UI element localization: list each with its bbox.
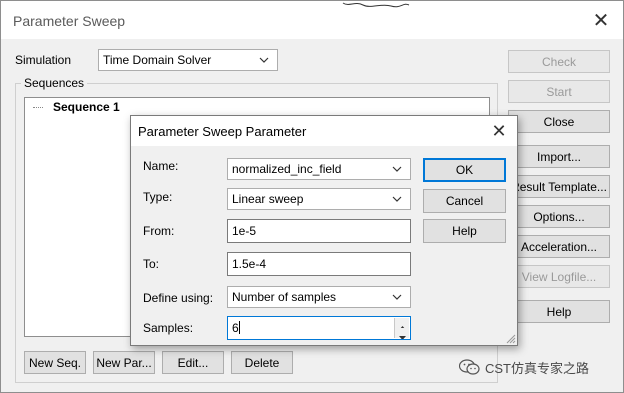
- wechat-icon: [459, 359, 480, 375]
- type-select-value: Linear sweep: [232, 192, 304, 206]
- spin-down-icon[interactable]: [394, 328, 409, 339]
- chevron-down-icon: [259, 57, 269, 63]
- delete-button[interactable]: Delete: [231, 351, 293, 374]
- dialog-help-button[interactable]: Help: [423, 219, 506, 243]
- spin-up-icon[interactable]: [394, 318, 409, 330]
- dialog-close-icon[interactable]: ✕: [487, 119, 511, 143]
- import-button[interactable]: Import...: [508, 145, 610, 168]
- define-using-select-value: Number of samples: [232, 290, 337, 304]
- from-field[interactable]: 1e-5: [227, 219, 411, 243]
- define-using-label: Define using:: [143, 291, 214, 305]
- simulation-select-value: Time Domain Solver: [103, 53, 212, 67]
- type-label: Type:: [143, 190, 173, 204]
- new-seq-button[interactable]: New Seq.: [24, 351, 86, 374]
- tree-connector: [33, 107, 43, 108]
- tree-item-sequence-1[interactable]: Sequence 1: [53, 100, 120, 114]
- window-title: Parameter Sweep: [13, 13, 126, 29]
- dialog-title: Parameter Sweep Parameter: [138, 124, 307, 139]
- result-template-button[interactable]: Result Template...: [508, 175, 610, 198]
- close-button[interactable]: Close: [508, 110, 610, 133]
- parameter-sweep-parameter-dialog: Parameter Sweep Parameter ✕ Name: normal…: [130, 115, 518, 346]
- scribble-mark: [342, 2, 410, 8]
- chevron-down-icon: [392, 294, 402, 300]
- define-using-select[interactable]: Number of samples: [227, 286, 411, 308]
- watermark-text: CST仿真专家之路: [485, 361, 590, 376]
- name-label: Name:: [143, 159, 179, 173]
- new-par-button[interactable]: New Par...: [93, 351, 155, 374]
- samples-value: 6: [232, 321, 239, 335]
- text-cursor: [238, 321, 240, 334]
- ok-button[interactable]: OK: [423, 158, 506, 182]
- window-titlebar: Parameter Sweep ✕: [1, 1, 623, 39]
- simulation-select[interactable]: Time Domain Solver: [98, 49, 278, 71]
- sequences-label: Sequences: [21, 76, 88, 90]
- from-label: From:: [143, 224, 175, 238]
- check-button[interactable]: Check: [508, 50, 610, 73]
- type-select[interactable]: Linear sweep: [227, 188, 411, 210]
- chevron-down-icon: [392, 196, 402, 202]
- start-button[interactable]: Start: [508, 80, 610, 103]
- name-select[interactable]: normalized_inc_field: [227, 158, 411, 180]
- samples-label: Samples:: [143, 321, 194, 335]
- dialog-titlebar: Parameter Sweep Parameter ✕: [131, 116, 517, 146]
- chevron-down-icon: [392, 166, 402, 172]
- resize-grip-icon[interactable]: [505, 333, 516, 344]
- help-button[interactable]: Help: [508, 300, 610, 323]
- edit-button[interactable]: Edit...: [162, 351, 224, 374]
- to-field[interactable]: 1.5e-4: [227, 252, 411, 276]
- options-button[interactable]: Options...: [508, 205, 610, 228]
- to-label: To:: [143, 257, 160, 271]
- cancel-button[interactable]: Cancel: [423, 189, 506, 213]
- simulation-label: Simulation: [15, 53, 72, 67]
- window-close-icon[interactable]: ✕: [589, 9, 613, 33]
- samples-spinbox[interactable]: 6: [227, 316, 411, 340]
- name-select-value: normalized_inc_field: [232, 162, 342, 176]
- view-logfile-button[interactable]: View Logfile...: [508, 265, 610, 288]
- acceleration-button[interactable]: Acceleration...: [508, 235, 610, 258]
